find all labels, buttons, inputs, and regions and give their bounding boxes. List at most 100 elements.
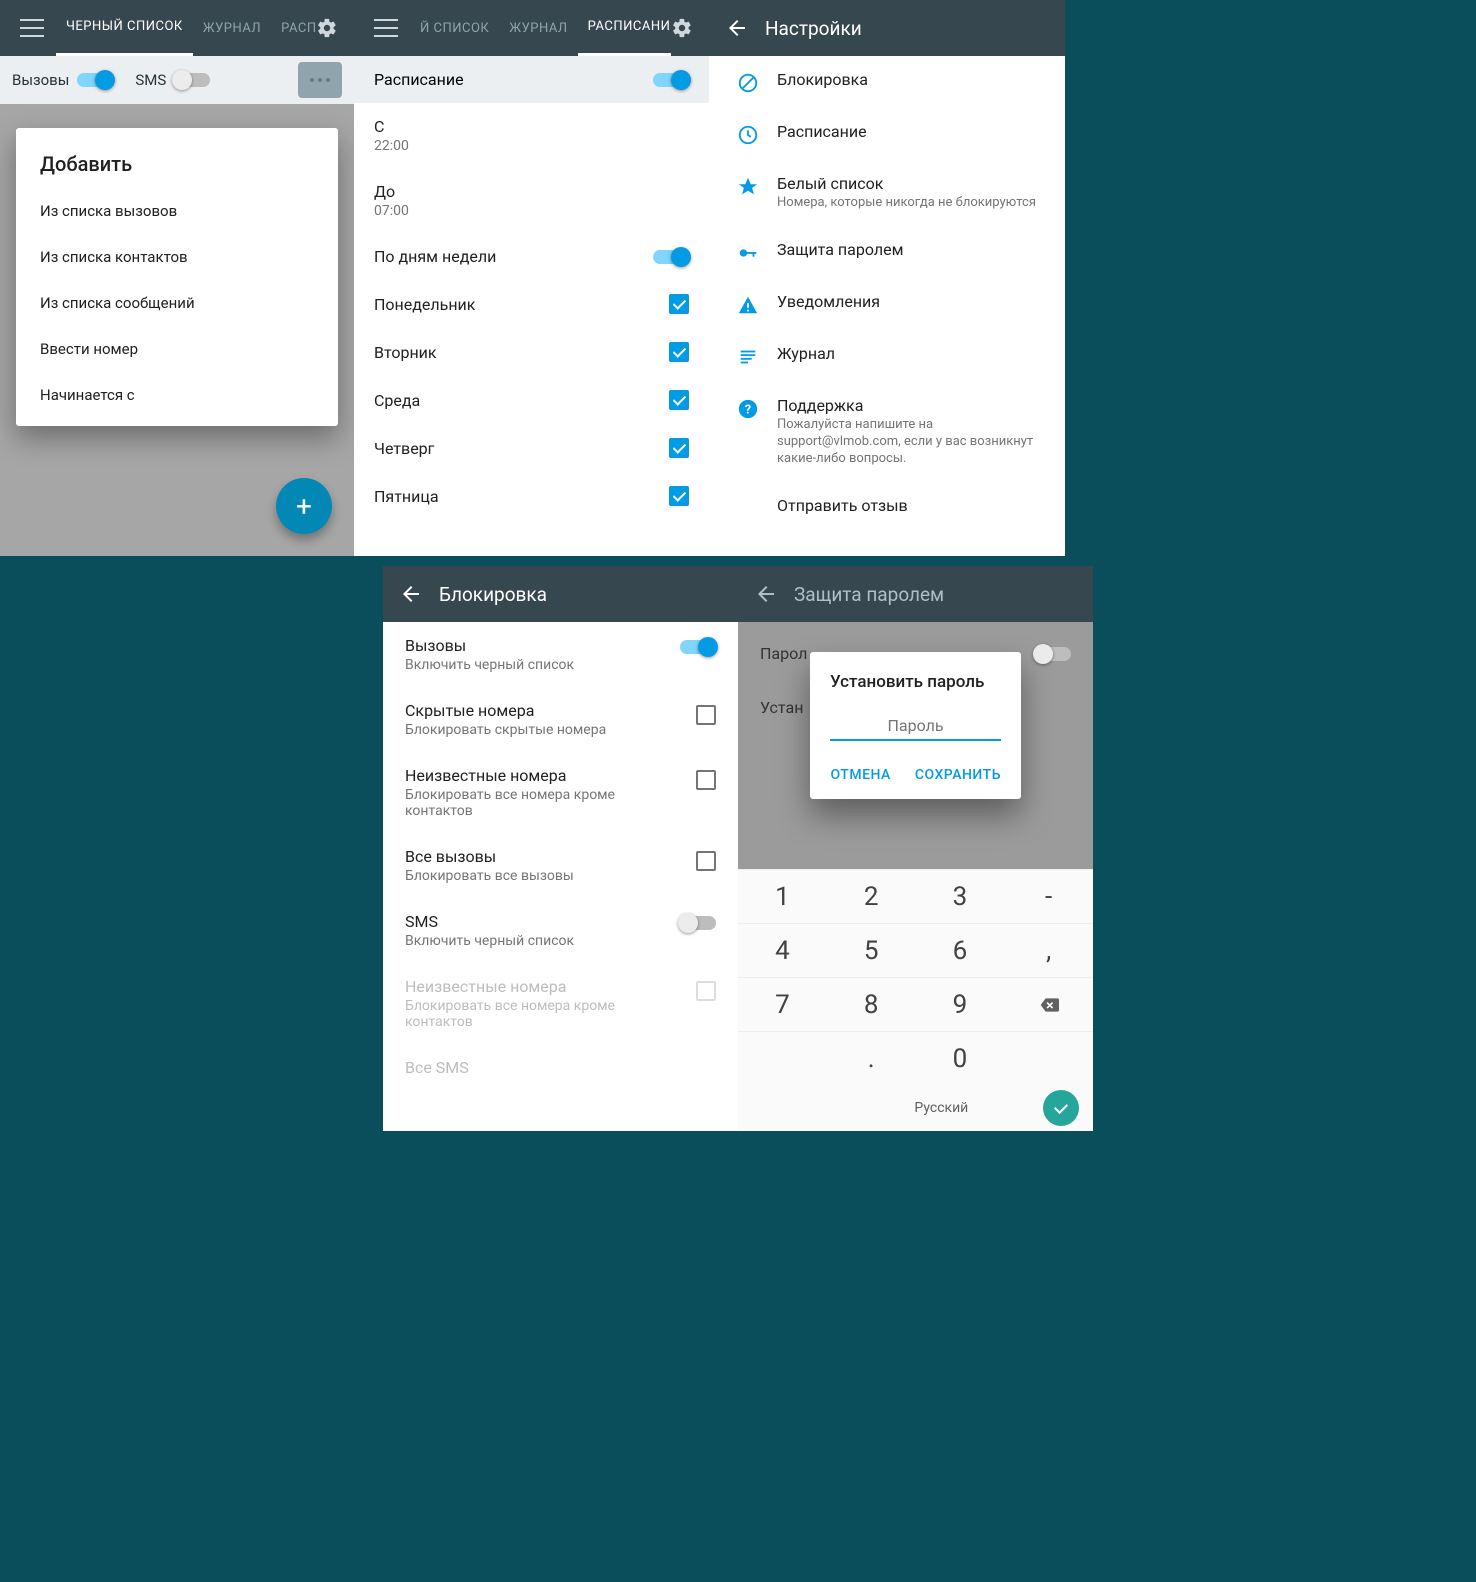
tab-log[interactable]: ЖУРНАЛ (193, 0, 271, 56)
checkbox[interactable] (696, 705, 716, 725)
from-row[interactable]: С22:00 (354, 103, 709, 168)
checkbox[interactable] (696, 770, 716, 790)
checkbox (696, 981, 716, 1001)
password-input[interactable] (830, 712, 1001, 741)
checkbox[interactable] (696, 851, 716, 871)
fab-add[interactable]: + (276, 478, 332, 534)
enter-key[interactable] (1043, 1090, 1079, 1126)
settings-icon[interactable] (671, 17, 693, 39)
key-6[interactable]: 6 (916, 923, 1005, 977)
day-thu[interactable]: Четверг (354, 424, 709, 472)
byweekday-toggle[interactable] (653, 250, 689, 264)
row-desc: Включить черный список (405, 657, 668, 673)
dialog-title: Добавить (16, 136, 338, 188)
settings-item[interactable]: Защита паролем (709, 226, 1065, 278)
schedule-master-row: Расписание (354, 56, 709, 103)
save-button[interactable]: СОХРАНИТЬ (915, 767, 1001, 783)
backspace-key[interactable] (1004, 977, 1093, 1031)
day-fri[interactable]: Пятница (354, 472, 709, 520)
settings-title: Отправить отзыв (777, 496, 1047, 515)
key-9[interactable]: 9 (916, 977, 1005, 1031)
key-empty (1004, 1031, 1093, 1085)
row-title: SMS (405, 912, 668, 931)
key-5[interactable]: 5 (827, 923, 916, 977)
blocking-row[interactable]: Скрытые номераБлокировать скрытые номера (383, 687, 738, 752)
toggle[interactable] (680, 640, 716, 654)
key-,[interactable]: , (1004, 923, 1093, 977)
tab-schedule[interactable]: РАСПИ (271, 0, 316, 56)
day-check[interactable] (669, 438, 689, 458)
key--[interactable]: - (1004, 869, 1093, 923)
schedule-label: Расписание (374, 70, 653, 89)
settings-item[interactable]: ? ПоддержкаПожалуйста напишите на suppor… (709, 382, 1065, 482)
blocking-row[interactable]: Все вызовыБлокировать все вызовы (383, 833, 738, 898)
more-icon[interactable] (298, 62, 342, 98)
day-label: Среда (374, 391, 669, 410)
screen-password: Защита паролем Парол Устан Установить па… (738, 566, 1093, 1131)
day-check[interactable] (669, 390, 689, 410)
page-title: Блокировка (439, 583, 547, 606)
opt-from-calls[interactable]: Из списка вызовов (16, 188, 338, 234)
settings-icon-7 (727, 496, 769, 498)
settings-icon-6: ? (727, 396, 769, 420)
back-icon[interactable] (725, 16, 749, 40)
hamburger-icon[interactable] (20, 19, 44, 37)
sms-toggle[interactable] (174, 73, 210, 87)
day-check[interactable] (669, 486, 689, 506)
settings-icon-1 (727, 122, 769, 146)
key-.[interactable]: . (827, 1031, 916, 1085)
blocking-row[interactable]: ВызовыВключить черный список (383, 622, 738, 687)
back-icon[interactable] (399, 582, 423, 606)
day-label: Пятница (374, 487, 669, 506)
settings-item[interactable]: Уведомления (709, 278, 1065, 330)
blocking-row[interactable]: Неизвестные номераБлокировать все номера… (383, 752, 738, 833)
day-label: Понедельник (374, 295, 669, 314)
day-label: Четверг (374, 439, 669, 458)
settings-item[interactable]: Журнал (709, 330, 1065, 382)
settings-icon[interactable] (316, 17, 338, 39)
key-0[interactable]: 0 (916, 1031, 1005, 1085)
row-title: Неизвестные номера (405, 766, 684, 785)
key-3[interactable]: 3 (916, 869, 1005, 923)
screen-blocking: Блокировка ВызовыВключить черный списокС… (383, 566, 738, 1131)
from-value: 22:00 (374, 138, 689, 154)
settings-item[interactable]: Белый списокНомера, которые никогда не б… (709, 160, 1065, 226)
tab-blacklist[interactable]: ЧЕРНЫЙ СПИСОК (56, 0, 193, 56)
opt-from-contacts[interactable]: Из списка контактов (16, 234, 338, 280)
opt-starts-with[interactable]: Начинается с (16, 372, 338, 418)
schedule-toggle[interactable] (653, 73, 689, 87)
toggle[interactable] (680, 916, 716, 930)
day-check[interactable] (669, 294, 689, 314)
opt-from-messages[interactable]: Из списка сообщений (16, 280, 338, 326)
day-check[interactable] (669, 342, 689, 362)
day-label: Вторник (374, 343, 669, 362)
tab-schedule[interactable]: РАСПИСАНИЕ (578, 0, 671, 56)
key-8[interactable]: 8 (827, 977, 916, 1031)
tab-blacklist[interactable]: Й СПИСОК (410, 0, 499, 56)
filter-row: Вызовы SMS (0, 56, 354, 104)
byweekday-label: По дням недели (374, 247, 653, 266)
day-mon[interactable]: Понедельник (354, 280, 709, 328)
day-wed[interactable]: Среда (354, 376, 709, 424)
key-4[interactable]: 4 (738, 923, 827, 977)
row-desc: Блокировать все вызовы (405, 868, 684, 884)
key-1[interactable]: 1 (738, 869, 827, 923)
hamburger-icon[interactable] (374, 19, 398, 37)
settings-icon-4 (727, 292, 769, 316)
back-icon[interactable] (754, 582, 778, 606)
settings-title: Блокировка (777, 70, 1047, 89)
day-tue[interactable]: Вторник (354, 328, 709, 376)
calls-toggle[interactable] (77, 73, 113, 87)
key-7[interactable]: 7 (738, 977, 827, 1031)
settings-item[interactable]: Блокировка (709, 56, 1065, 108)
settings-title: Уведомления (777, 292, 1047, 311)
keyboard-language[interactable]: Русский (840, 1100, 1043, 1116)
blocking-row[interactable]: SMSВключить черный список (383, 898, 738, 963)
key-2[interactable]: 2 (827, 869, 916, 923)
settings-item[interactable]: Расписание (709, 108, 1065, 160)
tab-log[interactable]: ЖУРНАЛ (499, 0, 577, 56)
cancel-button[interactable]: ОТМЕНА (830, 767, 890, 783)
settings-item[interactable]: Отправить отзыв (709, 482, 1065, 529)
to-row[interactable]: До07:00 (354, 168, 709, 233)
opt-enter-number[interactable]: Ввести номер (16, 326, 338, 372)
